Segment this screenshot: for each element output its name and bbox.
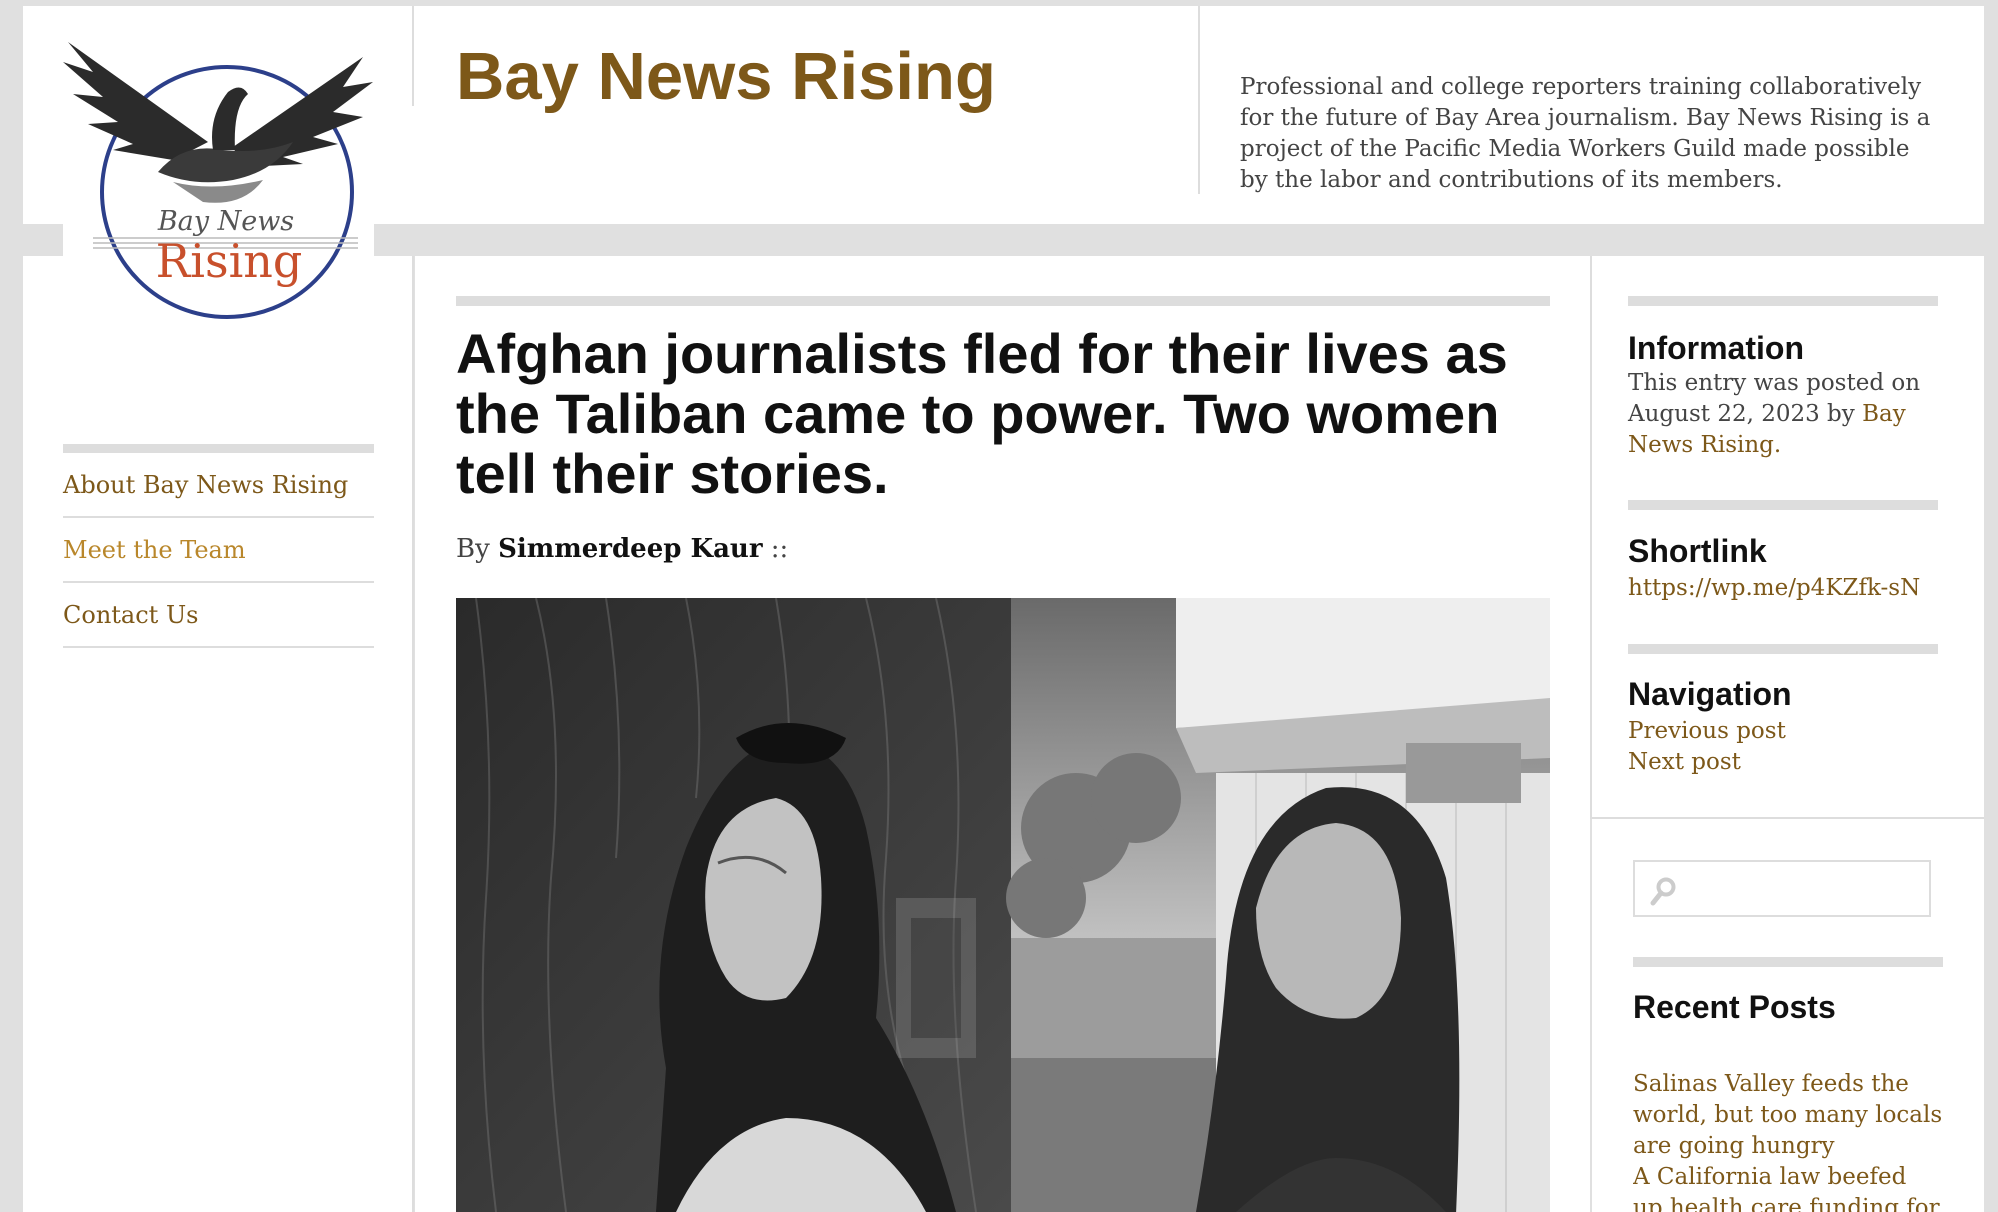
shortlink-title: Shortlink: [1628, 533, 1767, 569]
widget-bar-information: [1628, 296, 1938, 306]
information-title: Information: [1628, 330, 1804, 366]
logo-birds-icon: Bay News Rising: [63, 42, 373, 319]
widget-bar-recent-posts: [1633, 957, 1943, 967]
menu-top-bar: [63, 444, 374, 453]
search-input[interactable]: [1633, 860, 1931, 917]
byline-prefix: By: [456, 534, 490, 564]
byline: By Simmerdeep Kaur ::: [456, 534, 788, 564]
site-logo[interactable]: Bay News Rising: [63, 32, 374, 342]
article-title: Afghan journalists fled for their lives …: [456, 322, 1508, 505]
menu-item-meet-the-team[interactable]: Meet the Team: [63, 518, 374, 583]
recent-posts-title: Recent Posts: [1633, 989, 1836, 1025]
search-icon: [1650, 877, 1676, 906]
next-post-link[interactable]: Next post: [1628, 747, 1741, 778]
menu-item-contact[interactable]: Contact Us: [63, 583, 374, 648]
header-divider: [1198, 6, 1200, 194]
navigation-title: Navigation: [1628, 676, 1792, 712]
information-text: This entry was posted on August 22, 2023…: [1628, 368, 1938, 461]
svg-text:Bay News: Bay News: [157, 206, 294, 237]
article-top-bar: [456, 296, 1550, 306]
site-title-link[interactable]: Bay News Rising: [456, 38, 996, 115]
left-sidebar: [23, 256, 414, 1212]
main-menu: About Bay News Rising Meet the Team Cont…: [63, 444, 374, 648]
svg-text:Rising: Rising: [156, 234, 303, 288]
information-period: .: [1773, 432, 1782, 458]
shortlink-url[interactable]: https://wp.me/p4KZfk-sN: [1628, 573, 1920, 604]
menu-item-about[interactable]: About Bay News Rising: [63, 453, 374, 518]
site-description: Professional and college reporters train…: [1240, 74, 1931, 193]
widget-bar-shortlink: [1628, 500, 1938, 510]
previous-post-link[interactable]: Previous post: [1628, 716, 1786, 747]
recent-post-link[interactable]: A California law beefed up health care f…: [1633, 1162, 1943, 1212]
recent-post-link[interactable]: Salinas Valley feeds the world, but too …: [1633, 1069, 1943, 1162]
author-link[interactable]: Simmerdeep Kaur: [498, 534, 762, 564]
widget-bar-navigation: [1628, 644, 1938, 654]
featured-image: [456, 598, 1550, 1212]
byline-suffix: ::: [770, 534, 789, 564]
